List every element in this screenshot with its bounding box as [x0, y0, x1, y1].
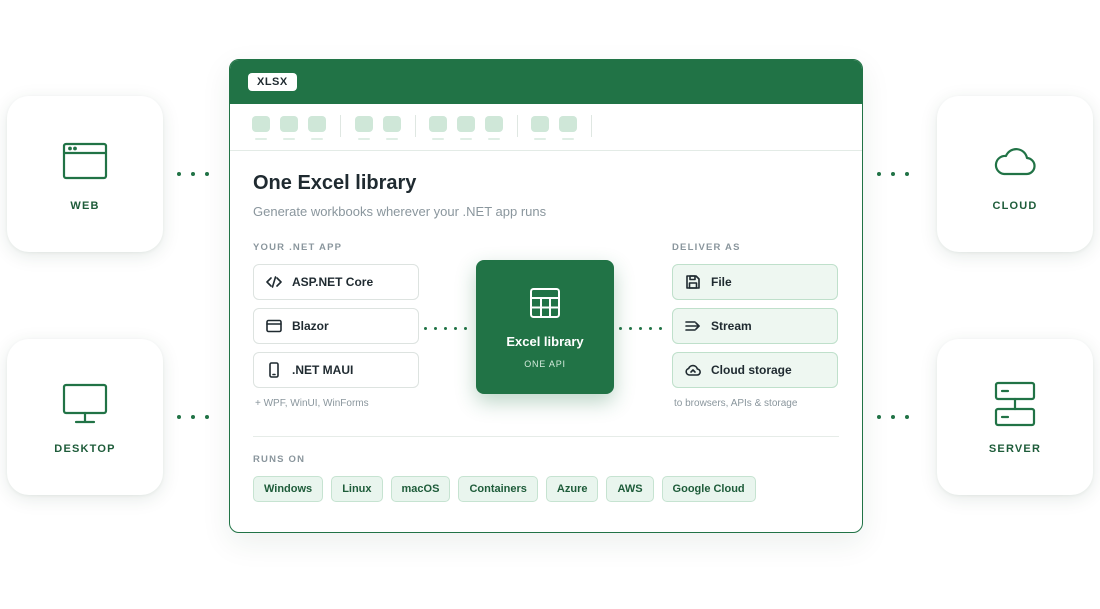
web-card: WEB	[7, 96, 163, 252]
toolbar-divider	[340, 115, 341, 137]
server-card: SERVER	[937, 339, 1093, 495]
apps-note: + WPF, WinUI, WinForms	[255, 398, 369, 409]
center-subtitle: ONE API	[524, 359, 566, 369]
toolbar-divider	[591, 115, 592, 137]
platform-chip-google-cloud: Google Cloud	[661, 476, 756, 502]
toolbar-button[interactable]	[383, 116, 401, 140]
window-content: One Excel library Generate workbooks whe…	[253, 152, 839, 532]
server-icon	[994, 381, 1036, 427]
platform-chip-aws: AWS	[606, 476, 654, 502]
center-title: Excel library	[506, 334, 584, 349]
app-label: .NET MAUI	[292, 363, 354, 377]
app-aspnet-core: ASP.NET Core	[253, 264, 419, 300]
web-label: WEB	[70, 200, 100, 212]
cloud-label: CLOUD	[992, 200, 1038, 212]
stream-icon	[685, 318, 701, 334]
deliver-note: to browsers, APIs & storage	[674, 398, 798, 409]
table-icon	[530, 288, 560, 318]
toolbar-button[interactable]	[429, 116, 447, 140]
app-label: Blazor	[292, 319, 329, 333]
deliver-cloud-storage: Cloud storage	[672, 352, 838, 388]
deliver-stream: Stream	[672, 308, 838, 344]
web-connector	[177, 172, 209, 176]
divider	[253, 436, 839, 437]
app-blazor: Blazor	[253, 308, 419, 344]
cloud-upload-icon	[685, 362, 701, 378]
deliver-label: File	[711, 275, 732, 289]
cloud-icon	[994, 148, 1036, 176]
runs-on-label: RUNS ON	[253, 454, 306, 465]
platform-chips: Windows Linux macOS Containers Azure AWS…	[253, 476, 756, 502]
app-net-maui: .NET MAUI	[253, 352, 419, 388]
deliver-section-label: DELIVER AS	[672, 242, 741, 253]
toolbar-button[interactable]	[252, 116, 270, 140]
toolbar-button[interactable]	[531, 116, 549, 140]
platform-chip-linux: Linux	[331, 476, 383, 502]
window-header: XLSX	[230, 60, 862, 104]
toolbar-button[interactable]	[485, 116, 503, 140]
desktop-label: DESKTOP	[54, 443, 116, 455]
page-title: One Excel library	[253, 172, 417, 194]
toolbar-divider	[517, 115, 518, 137]
app-section-label: YOUR .NET APP	[253, 242, 343, 253]
platform-chip-containers: Containers	[458, 476, 538, 502]
toolbar-divider	[415, 115, 416, 137]
toolbar-button[interactable]	[280, 116, 298, 140]
cloud-card: CLOUD	[937, 96, 1093, 252]
desktop-connector	[177, 415, 209, 419]
platform-chip-macos: macOS	[390, 476, 451, 502]
format-badge: XLSX	[248, 73, 297, 91]
monitor-icon	[62, 383, 108, 424]
deliver-label: Cloud storage	[711, 363, 792, 377]
server-label: SERVER	[988, 443, 1042, 455]
desktop-card: DESKTOP	[7, 339, 163, 495]
excel-window: XLSX One Excel library Generate workbook…	[229, 59, 863, 533]
browser-window-icon	[62, 142, 108, 180]
cloud-connector	[877, 172, 909, 176]
code-icon	[266, 274, 282, 290]
platform-chip-azure: Azure	[545, 476, 599, 502]
deliver-file: File	[672, 264, 838, 300]
toolbar-button[interactable]	[308, 116, 326, 140]
toolbar-button[interactable]	[355, 116, 373, 140]
server-connector	[877, 415, 909, 419]
app-label: ASP.NET Core	[292, 275, 374, 289]
page-subtitle: Generate workbooks wherever your .NET ap…	[253, 204, 547, 219]
browser-icon	[266, 318, 282, 334]
platform-chip-windows: Windows	[253, 476, 324, 502]
phone-icon	[266, 362, 282, 378]
excel-library-card: Excel library ONE API	[476, 260, 614, 394]
save-icon	[685, 274, 701, 290]
toolbar-button[interactable]	[457, 116, 475, 140]
toolbar-button[interactable]	[559, 116, 577, 140]
deliver-label: Stream	[711, 319, 752, 333]
toolbar	[230, 104, 862, 151]
